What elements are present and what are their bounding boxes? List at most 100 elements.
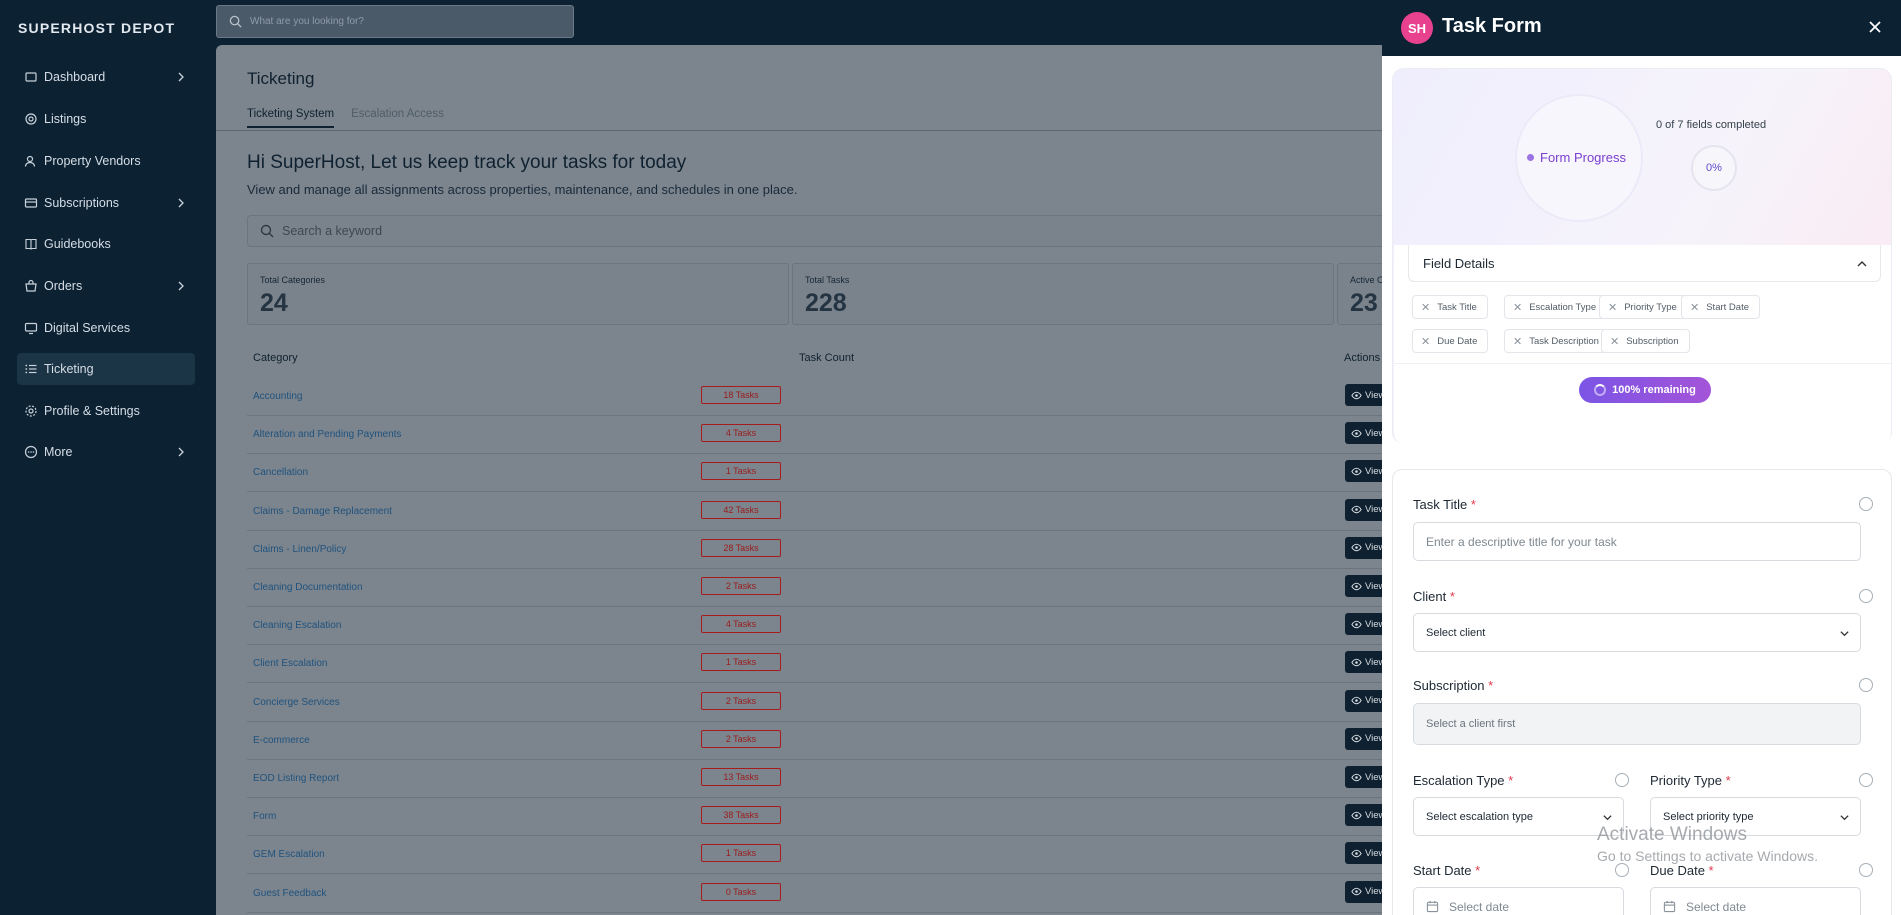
task-count-badge: 2 Tasks: [701, 729, 781, 748]
client-label: Client *: [1413, 589, 1455, 604]
sidebar-item-digital-services[interactable]: Digital Services: [17, 312, 195, 344]
sidebar-item-ticketing[interactable]: Ticketing: [17, 353, 195, 385]
category-link[interactable]: Accounting: [253, 391, 302, 402]
eye-icon: [1351, 582, 1362, 590]
field-chip-task-description[interactable]: ✕ Task Description: [1504, 329, 1610, 353]
eye-icon: [1351, 620, 1362, 628]
subscription-status-indicator: [1859, 678, 1873, 692]
subscription-select[interactable]: Select a client first: [1413, 703, 1861, 745]
calendar-icon: [1663, 900, 1676, 913]
task-title-status-indicator: [1859, 497, 1873, 511]
table-row: Claims - Damage Replacement 42 Tasks View: [247, 493, 1456, 531]
field-chip-due-date[interactable]: ✕ Due Date: [1412, 329, 1489, 353]
task-title-label: Task Title *: [1413, 497, 1476, 512]
book-icon: [24, 237, 38, 251]
keyword-search-input[interactable]: Search a keyword: [247, 215, 1456, 247]
global-search-placeholder: What are you looking for?: [250, 16, 364, 27]
sidebar-item-label: Guidebooks: [44, 237, 111, 251]
task-title-input[interactable]: Enter a descriptive title for your task: [1413, 522, 1861, 561]
sidebar-item-guidebooks[interactable]: Guidebooks: [17, 228, 195, 260]
category-link[interactable]: Cleaning Documentation: [253, 582, 363, 593]
sidebar-item-listings[interactable]: Listings: [17, 103, 195, 135]
eye-icon: [1351, 696, 1362, 705]
due-date-label: Due Date *: [1650, 863, 1714, 878]
category-link[interactable]: Cleaning Escalation: [253, 620, 341, 631]
table-row: Alteration and Pending Payments 4 Tasks Vi…: [247, 416, 1456, 455]
stat-card-categories: Total Categories 24: [247, 263, 789, 325]
search-icon: [260, 224, 274, 238]
tabs-divider: [216, 130, 1456, 131]
chip-label: Start Date: [1706, 301, 1749, 313]
close-icon: ✕: [1513, 301, 1523, 314]
global-search-input[interactable]: What are you looking for?: [216, 5, 574, 38]
start-date-status-indicator: [1615, 863, 1629, 877]
sidebar-item-dashboard[interactable]: Dashboard: [17, 61, 195, 93]
sidebar-item-property-vendors[interactable]: Property Vendors: [17, 145, 195, 177]
keyword-search-placeholder: Search a keyword: [282, 224, 383, 238]
sidebar-item-subscriptions[interactable]: Subscriptions: [17, 187, 195, 219]
activation-watermark-subtitle: Go to Settings to activate Windows.: [1597, 848, 1818, 864]
category-link[interactable]: Concierge Services: [253, 697, 340, 708]
category-link[interactable]: Client Escalation: [253, 658, 327, 669]
fields-completed: 0 of 7 fields completed: [1656, 119, 1767, 131]
sidebar-item-more[interactable]: More: [17, 436, 195, 468]
column-header-task-count[interactable]: Task Count: [799, 352, 854, 364]
eye-icon: [1351, 773, 1362, 781]
category-link[interactable]: Claims - Damage Replacement: [253, 506, 392, 517]
field-details-toggle[interactable]: Field Details: [1408, 245, 1881, 282]
due-date-input[interactable]: Select date: [1650, 887, 1861, 915]
vendors-icon: [24, 154, 38, 168]
task-count-badge: 4 Tasks: [701, 424, 781, 443]
category-link[interactable]: Claims - Linen/Policy: [253, 544, 346, 555]
column-header-category[interactable]: Category: [253, 352, 298, 364]
category-link[interactable]: E-commerce: [253, 735, 310, 746]
table-row: Client Escalation 1 Tasks View: [247, 645, 1456, 684]
task-count-badge: 2 Tasks: [701, 691, 781, 710]
brand-logo: SUPERHOST DEPOT: [18, 20, 176, 36]
priority-type-value: Select priority type: [1663, 810, 1754, 823]
chip-label: Escalation Type: [1529, 301, 1597, 313]
table-row: GEM Escalation 1 Tasks View: [247, 836, 1456, 875]
priority-type-status-indicator: [1859, 773, 1873, 787]
greeting-subtitle: View and manage all assignments across p…: [247, 182, 798, 197]
sidebar-item-label: Orders: [44, 279, 83, 293]
sidebar: SUPERHOST DEPOT Dashboard Listings Propert…: [0, 0, 215, 915]
sidebar-item-profile-settings[interactable]: Profile & Settings: [17, 395, 195, 427]
eye-icon: [1351, 811, 1362, 819]
category-link[interactable]: Form: [253, 811, 276, 822]
tab-ticketing-system[interactable]: Ticketing System: [247, 108, 335, 128]
escalation-type-label: Escalation Type *: [1413, 773, 1514, 788]
start-date-input[interactable]: Select date: [1413, 887, 1624, 915]
category-link[interactable]: Guest Feedback: [253, 888, 326, 899]
activation-watermark-title: Activate Windows: [1597, 824, 1747, 845]
client-status-indicator: [1859, 589, 1873, 603]
category-link[interactable]: GEM Escalation: [253, 849, 325, 860]
field-chip-start-date[interactable]: ✕ Start Date: [1681, 295, 1760, 319]
sidebar-item-label: More: [44, 445, 73, 459]
stat-value: 228: [805, 289, 847, 317]
category-link[interactable]: EOD Listing Report: [253, 773, 339, 784]
sidebar-item-label: Profile & Settings: [44, 404, 140, 418]
digital-icon: [24, 321, 38, 335]
field-chip-task-title[interactable]: ✕ Task Title: [1412, 295, 1488, 319]
sidebar-item-label: Property Vendors: [44, 154, 141, 168]
field-chip-subscription[interactable]: ✕ Subscription: [1601, 329, 1690, 353]
chevron-down-icon: [1603, 815, 1612, 821]
client-select[interactable]: Select client: [1413, 613, 1861, 652]
stat-label: Total Tasks: [805, 275, 850, 285]
close-icon[interactable]: [1865, 17, 1885, 37]
eye-icon: [1351, 391, 1362, 399]
escalation-type-select[interactable]: Select escalation type: [1413, 797, 1624, 836]
category-link[interactable]: Cancellation: [253, 467, 308, 478]
eye-icon: [1351, 429, 1362, 437]
more-icon: [24, 445, 38, 459]
tab-escalation-access[interactable]: Escalation Access: [351, 108, 444, 128]
remaining-text: 100% remaining: [1612, 384, 1696, 396]
table-row: Guest Feedback 0 Tasks View: [247, 875, 1456, 913]
sidebar-item-orders[interactable]: Orders: [17, 270, 195, 302]
close-icon: ✕: [1513, 335, 1523, 348]
category-link[interactable]: Alteration and Pending Payments: [253, 429, 401, 440]
field-chip-escalation-type[interactable]: ✕ Escalation Type: [1504, 295, 1608, 319]
table-row: Accounting 18 Tasks View: [247, 378, 1456, 416]
field-chip-priority-type[interactable]: ✕ Priority Type: [1599, 295, 1688, 319]
